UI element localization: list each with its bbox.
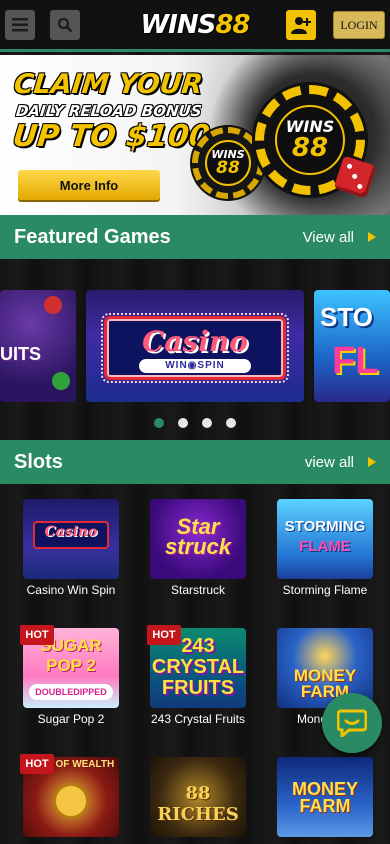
carousel-next-label-top: STO bbox=[320, 302, 373, 332]
hot-badge: HOT bbox=[20, 625, 54, 645]
game-name[interactable]: 243 Crystal Fruits bbox=[138, 712, 258, 727]
search-button[interactable] bbox=[50, 10, 80, 40]
carousel-dot-3[interactable] bbox=[202, 418, 212, 428]
chip-small-number: 88 bbox=[216, 158, 240, 178]
thumb-subtitle: DOUBLEDIPPED bbox=[29, 684, 113, 700]
promo-banner[interactable]: CLAIM YOUR DAILY RELOAD BONUS UP TO $100… bbox=[0, 55, 390, 215]
game-name[interactable]: Sugar Pop 2 bbox=[11, 712, 131, 727]
site-logo[interactable]: WINS 88 bbox=[140, 8, 250, 42]
carousel-main-subtitle: WIN◉SPIN bbox=[139, 359, 251, 373]
fruit-graphic bbox=[52, 372, 70, 390]
carousel-slide-current[interactable]: Casino WIN◉SPIN bbox=[86, 290, 304, 402]
gold-coin-graphic bbox=[53, 783, 89, 819]
game-thumbnail[interactable]: Star struck bbox=[150, 499, 246, 579]
featured-games-title: Featured Games bbox=[14, 225, 171, 248]
login-button[interactable]: LOGIN bbox=[333, 11, 385, 39]
carousel-dot-4[interactable] bbox=[226, 418, 236, 428]
promo-headline-1: CLAIM YOUR bbox=[12, 69, 205, 100]
carousel-main-title: Casino bbox=[142, 325, 248, 358]
page: WINS 88 LOGIN CLAIM YOUR DAILY RELOAD BON… bbox=[0, 0, 390, 844]
top-header: WINS 88 LOGIN bbox=[0, 0, 390, 52]
promo-headline-3: UP TO $100 bbox=[11, 119, 212, 154]
game-name[interactable]: Casino Win Spin bbox=[11, 583, 131, 598]
menu-button[interactable] bbox=[5, 10, 35, 40]
thumb-title: Star struck bbox=[164, 514, 232, 559]
carousel-prev-label: UITS bbox=[0, 344, 42, 364]
poker-chip-small: WINS 88 bbox=[192, 127, 264, 199]
thumb-title: 88 RICHES bbox=[157, 783, 239, 825]
logo-number: 88 bbox=[215, 10, 250, 40]
hot-badge: HOT bbox=[20, 754, 54, 774]
carousel-next-label-bottom: FL bbox=[332, 340, 379, 382]
thumb-title: Casino bbox=[44, 524, 98, 540]
search-icon bbox=[57, 17, 73, 33]
slots-header: Slots view all bbox=[0, 440, 390, 484]
thumb-title-line1: STORMING bbox=[284, 518, 366, 535]
chip-big-number: 88 bbox=[291, 133, 329, 163]
live-chat-button[interactable] bbox=[322, 693, 382, 753]
thumb-title: STORMING FLAME bbox=[277, 517, 373, 557]
game-name[interactable]: Storming Flame bbox=[265, 583, 385, 598]
menu-icon bbox=[12, 18, 28, 32]
logo-word: WINS bbox=[140, 10, 216, 40]
slots-view-all-link[interactable]: view all bbox=[305, 440, 354, 484]
chat-bubble-icon bbox=[337, 709, 367, 737]
thumb-title-line2: FLAME bbox=[299, 538, 351, 555]
register-button[interactable] bbox=[286, 10, 316, 40]
carousel-slide-next[interactable]: STO FL bbox=[314, 290, 390, 402]
game-thumbnail[interactable]: STORMING FLAME bbox=[277, 499, 373, 579]
chevron-right-icon[interactable] bbox=[368, 457, 376, 467]
game-thumbnail[interactable]: 88 RICHES bbox=[150, 757, 246, 837]
carousel-dot-1[interactable] bbox=[154, 418, 164, 428]
slots-title: Slots bbox=[14, 450, 63, 473]
more-info-button[interactable]: More Info bbox=[18, 170, 160, 200]
fruit-graphic bbox=[44, 296, 62, 314]
featured-games-header: Featured Games View all bbox=[0, 215, 390, 259]
promo-headline-2: DAILY RELOAD BONUS bbox=[15, 102, 203, 120]
marquee-graphic: Casino bbox=[33, 521, 109, 549]
register-user-icon bbox=[291, 17, 311, 34]
carousel-dot-2[interactable] bbox=[178, 418, 188, 428]
chevron-right-icon[interactable] bbox=[368, 232, 376, 242]
casino-marquee-graphic: Casino WIN◉SPIN bbox=[101, 313, 289, 383]
thumb-title: 243 CRYSTAL FRUITS bbox=[151, 635, 245, 699]
featured-view-all-link[interactable]: View all bbox=[303, 215, 354, 259]
thumb-title: MONEY FARM bbox=[291, 779, 358, 816]
carousel-slide-prev[interactable]: UITS bbox=[0, 290, 76, 402]
game-thumbnail[interactable]: Casino bbox=[23, 499, 119, 579]
hot-badge: HOT bbox=[147, 625, 181, 645]
game-name[interactable]: Starstruck bbox=[138, 583, 258, 598]
game-thumbnail[interactable]: MONEY FARM bbox=[277, 757, 373, 837]
